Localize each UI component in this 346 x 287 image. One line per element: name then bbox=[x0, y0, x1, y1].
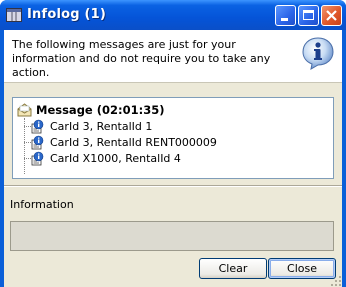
section-divider bbox=[4, 185, 342, 187]
title-bar[interactable]: Infolog (1) bbox=[0, 0, 346, 30]
clear-button[interactable]: Clear bbox=[199, 258, 267, 279]
window-app-icon bbox=[6, 8, 22, 22]
tree-item[interactable]: CarId X1000, RentalId 4 bbox=[31, 150, 181, 166]
info-doc-icon bbox=[31, 151, 44, 165]
close-window-button[interactable] bbox=[321, 5, 342, 26]
tree-root-label: Message (02:01:35) bbox=[36, 103, 165, 117]
header-message: The following messages are just for your… bbox=[12, 38, 271, 79]
message-header: The following messages are just for your… bbox=[4, 30, 342, 83]
tree-item-label: CarId 3, RentalId RENT000009 bbox=[50, 135, 217, 149]
maximize-icon bbox=[303, 10, 314, 20]
close-icon bbox=[326, 10, 337, 21]
dialog-client-area: The following messages are just for your… bbox=[4, 30, 342, 287]
information-field[interactable] bbox=[10, 221, 334, 251]
infolog-window: Infolog (1) The following messages are j… bbox=[0, 0, 346, 287]
information-icon bbox=[302, 37, 334, 70]
minimize-icon bbox=[281, 18, 288, 21]
window-title: Infolog (1) bbox=[27, 7, 107, 22]
info-doc-icon bbox=[31, 135, 44, 149]
message-tree[interactable]: Message (02:01:35) CarId 3, RentalId 1 C… bbox=[12, 97, 334, 179]
tree-root-node[interactable]: Message (02:01:35) bbox=[17, 102, 164, 118]
tree-item[interactable]: CarId 3, RentalId RENT000009 bbox=[31, 134, 217, 150]
minimize-button[interactable] bbox=[275, 5, 296, 26]
close-button[interactable]: Close bbox=[268, 258, 336, 279]
tree-item-label: CarId 3, RentalId 1 bbox=[50, 119, 153, 133]
open-envelope-icon bbox=[17, 103, 32, 117]
info-doc-icon bbox=[31, 119, 44, 133]
clear-button-label: Clear bbox=[218, 262, 248, 275]
tree-item-label: CarId X1000, RentalId 4 bbox=[50, 151, 181, 165]
information-label: Information bbox=[10, 198, 74, 211]
resize-grip-icon[interactable] bbox=[330, 275, 342, 287]
maximize-button[interactable] bbox=[298, 5, 319, 26]
close-button-label: Close bbox=[287, 262, 317, 275]
tree-item[interactable]: CarId 3, RentalId 1 bbox=[31, 118, 152, 134]
